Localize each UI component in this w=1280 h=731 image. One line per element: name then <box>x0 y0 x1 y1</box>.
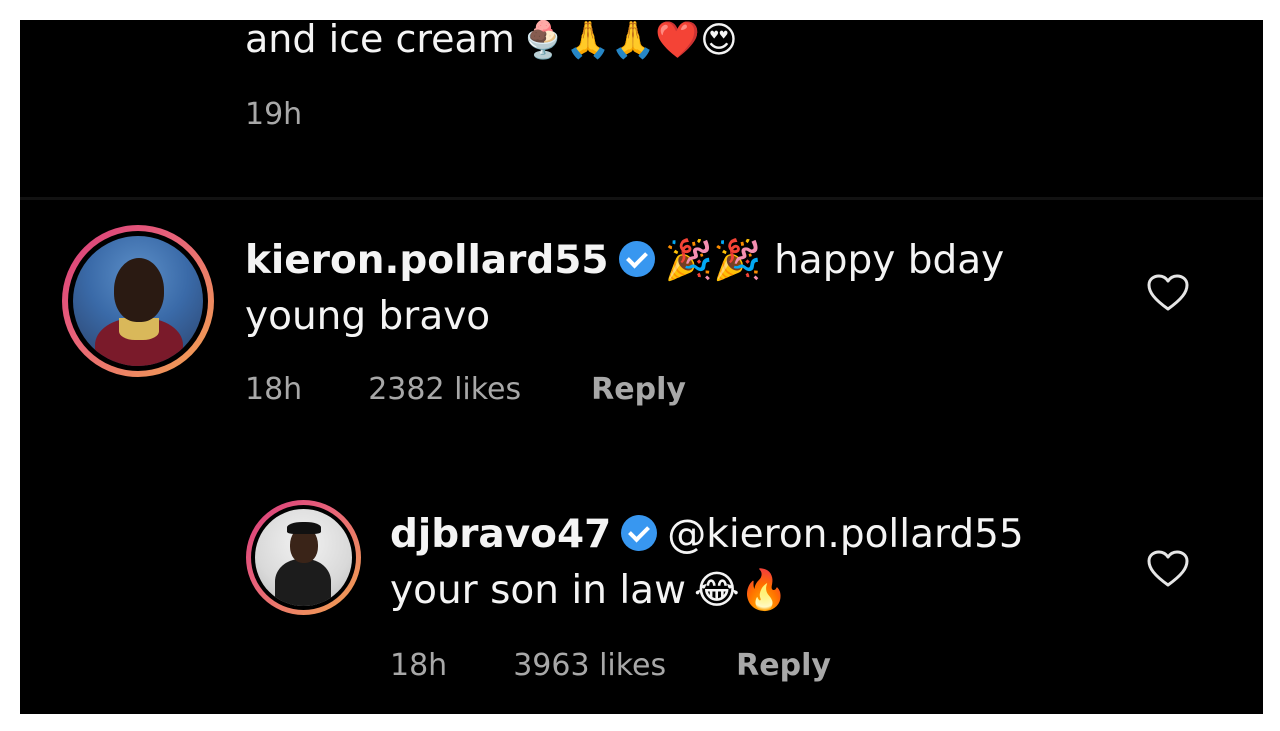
comments-screen: and ice cream 🍨🙏🙏❤️😍 19h kieron.pollard55… <box>20 20 1263 714</box>
heart-outline-icon[interactable] <box>1146 273 1190 313</box>
reply-body: djbravo47 @kieron.pollard55 your son in l… <box>390 507 1110 619</box>
party-popper-emoji: 🎉🎉 <box>664 238 762 283</box>
comment-time: 18h <box>245 372 303 407</box>
comment-likes[interactable]: 2382 likes <box>368 370 521 410</box>
mention-link[interactable]: @kieron.pollard55 <box>667 512 1023 557</box>
avatar-photo <box>73 236 203 366</box>
reply-username[interactable]: djbravo47 <box>390 512 611 557</box>
comment-body: kieron.pollard55 🎉🎉 happy bday young brav… <box>245 233 1105 345</box>
previous-comment-emoji: 🍨🙏🙏❤️😍 <box>520 20 738 61</box>
avatar-photo <box>255 509 352 606</box>
reply-button[interactable]: Reply <box>591 370 686 410</box>
verified-badge-icon <box>621 515 658 551</box>
reply-likes[interactable]: 3963 likes <box>513 646 666 686</box>
reply-text: your son in law <box>390 568 686 613</box>
reply-meta: 18h 3963 likes Reply <box>390 646 831 686</box>
comment-meta: 18h 2382 likes Reply <box>245 370 686 410</box>
reply-button[interactable]: Reply <box>736 646 831 686</box>
reply-time: 18h <box>390 648 448 683</box>
heart-outline-icon[interactable] <box>1146 549 1190 589</box>
avatar-kieron-pollard55[interactable] <box>62 225 214 377</box>
comment-username[interactable]: kieron.pollard55 <box>245 238 609 283</box>
divider <box>20 197 1263 200</box>
verified-badge-icon <box>618 241 655 277</box>
previous-comment-text-tail: and ice cream <box>245 20 515 61</box>
previous-comment-time: 19h <box>245 97 303 132</box>
laughing-fire-emoji: 😂🔥 <box>693 568 789 613</box>
avatar-djbravo47[interactable] <box>246 500 361 615</box>
previous-comment-text: and ice cream 🍨🙏🙏❤️😍 <box>245 20 738 64</box>
